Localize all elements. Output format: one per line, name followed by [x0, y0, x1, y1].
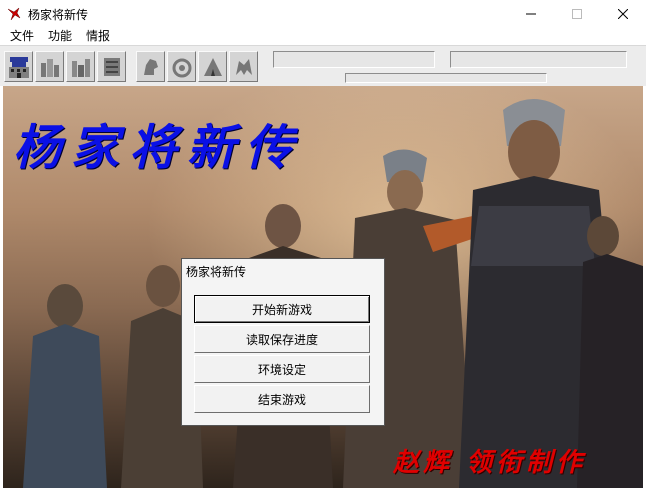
main-menu-dialog: 杨家将新传 开始新游戏 读取保存进度 环境设定 结束游戏	[181, 258, 385, 426]
dialog-title: 杨家将新传	[186, 265, 247, 279]
status-box-2	[450, 51, 627, 68]
toolbar-castle-button[interactable]	[4, 51, 33, 82]
toolbar-dragon-button[interactable]	[229, 51, 258, 82]
window-title: 杨家将新传	[28, 8, 89, 22]
minimize-icon	[526, 13, 536, 15]
menu-intel[interactable]: 情报	[86, 27, 110, 44]
new-game-button[interactable]: 开始新游戏	[194, 295, 370, 323]
menu-bar: 文件 功能 情报	[0, 26, 646, 45]
castle-icon	[8, 56, 29, 78]
menu-file[interactable]: 文件	[10, 27, 34, 44]
toolbar-group-left	[4, 51, 126, 83]
toolbar-mountain-alt-button[interactable]	[66, 51, 95, 82]
settings-button[interactable]: 环境设定	[194, 355, 370, 383]
toolbar-horse-button[interactable]	[136, 51, 165, 82]
toolbar-scroll-button[interactable]	[97, 51, 126, 82]
game-title: 杨家将新传	[13, 120, 304, 176]
load-game-button[interactable]: 读取保存进度	[194, 325, 370, 353]
close-button[interactable]	[600, 0, 646, 28]
mountain-icon	[40, 58, 59, 77]
swirl-icon	[172, 58, 191, 77]
mountain-alt-icon	[71, 58, 90, 77]
toolbar	[0, 45, 646, 86]
close-icon	[618, 9, 628, 19]
toolbar-tent-button[interactable]	[198, 51, 227, 82]
status-box-1	[273, 51, 435, 68]
tent-icon	[203, 57, 222, 76]
toolbar-swirl-button[interactable]	[167, 51, 196, 82]
title-bar: 杨家将新传	[0, 0, 646, 28]
maximize-button[interactable]	[554, 0, 600, 28]
horse-icon	[143, 58, 158, 75]
credit-text: 赵辉 领衔制作	[393, 448, 587, 478]
minimize-button[interactable]	[508, 0, 554, 28]
toolbar-mountain-button[interactable]	[35, 51, 64, 82]
quit-game-button[interactable]: 结束游戏	[194, 385, 370, 413]
status-box-3	[345, 73, 547, 83]
scroll-icon	[103, 57, 120, 76]
dragon-icon	[235, 58, 252, 75]
red-bird-icon[interactable]	[6, 6, 22, 22]
maximize-icon	[572, 9, 582, 19]
menu-function[interactable]: 功能	[48, 27, 72, 44]
toolbar-group-right	[136, 51, 258, 83]
